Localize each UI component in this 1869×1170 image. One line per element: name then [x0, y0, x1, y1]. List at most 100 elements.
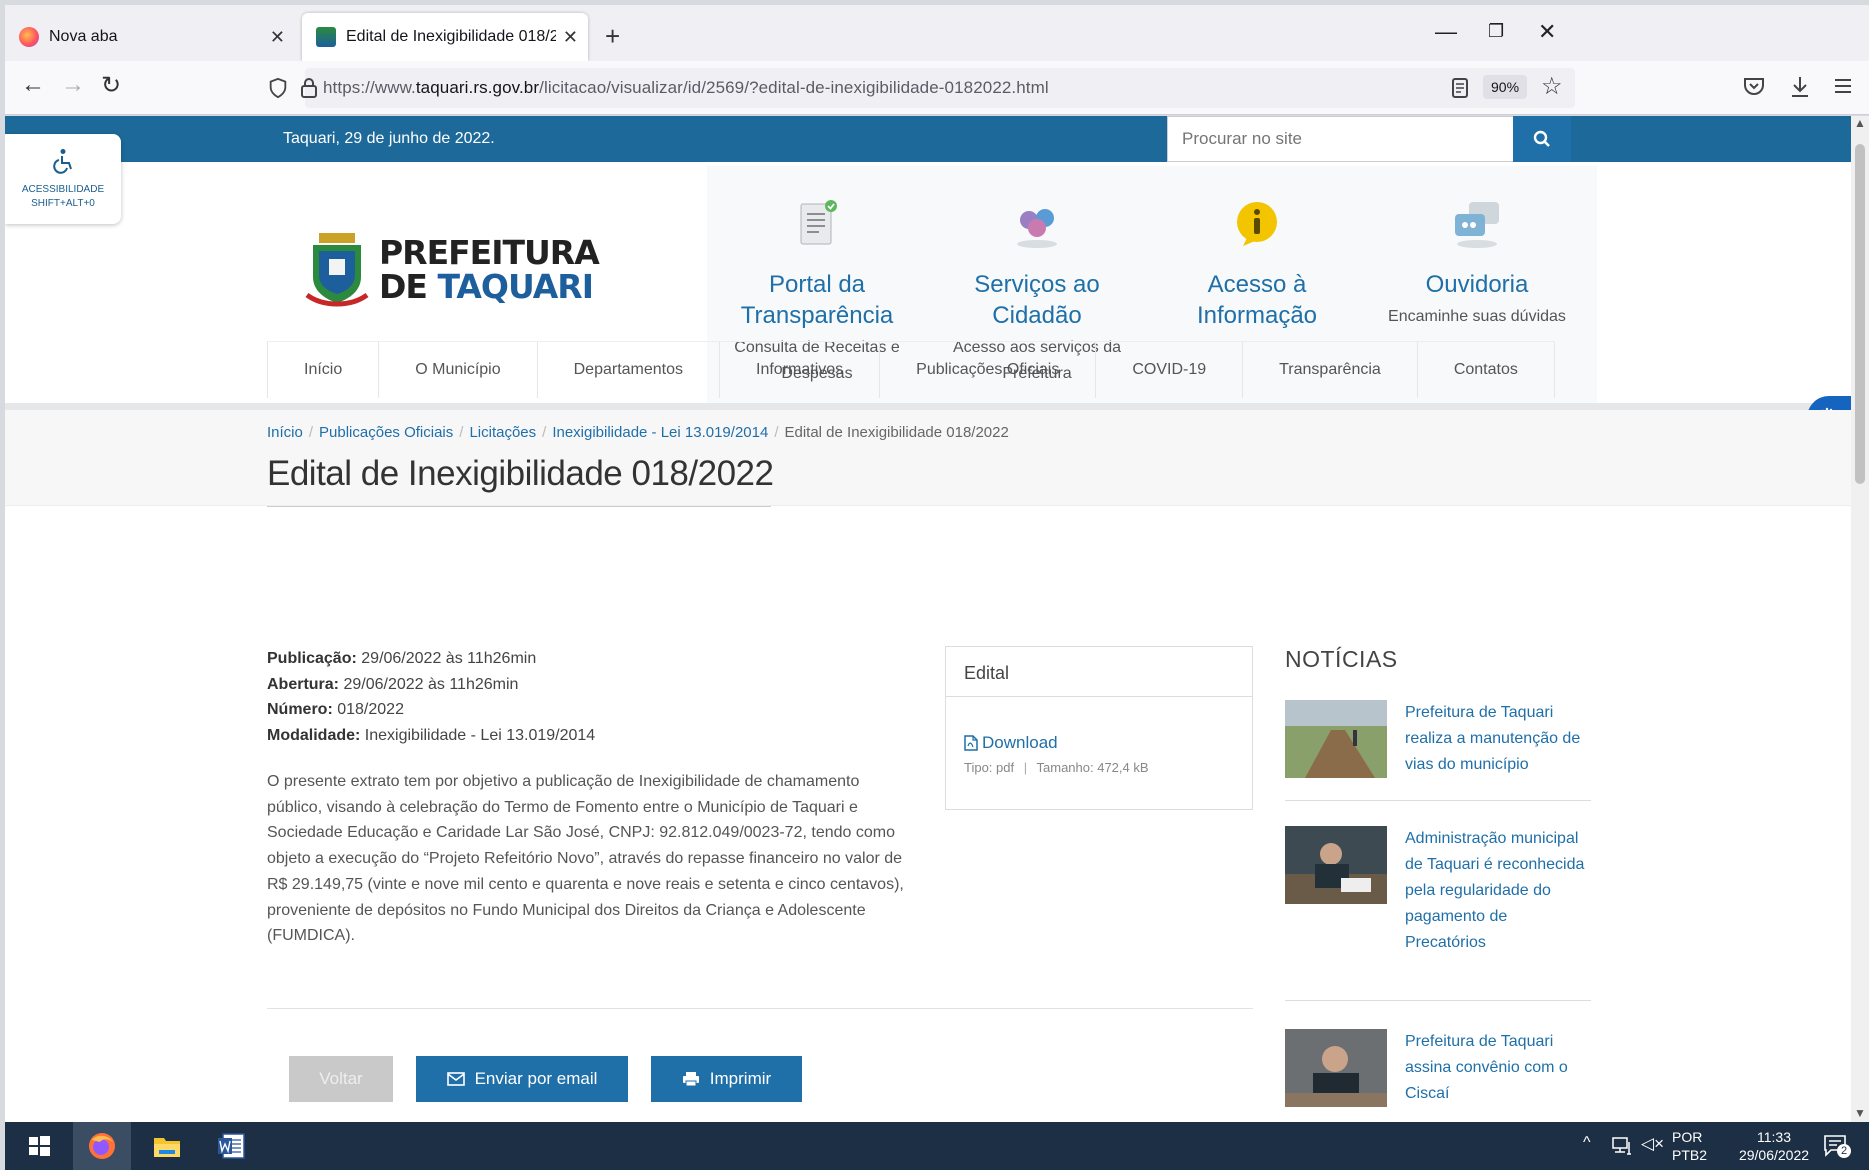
quick-link-ouvidoria[interactable]: Ouvidoria Encaminhe suas dúvidas	[1367, 166, 1587, 330]
word-icon[interactable]	[215, 1130, 247, 1162]
taskbar-firefox-active[interactable]	[73, 1122, 131, 1170]
close-tab-icon[interactable]: ✕	[563, 27, 578, 48]
news-thumbnail[interactable]	[1285, 1029, 1387, 1107]
quick-link-title: Ouvidoria	[1425, 271, 1529, 298]
url-path: /licitacao/visualizar/id/2569/?edital-de…	[539, 78, 1049, 97]
breadcrumb-licitacoes[interactable]: Licitações	[469, 424, 536, 441]
forward-arrow-icon[interactable]: →	[61, 71, 85, 99]
back-button[interactable]: Voltar	[289, 1056, 393, 1102]
page-title: Edital de Inexigibilidade 018/2022	[267, 454, 774, 493]
coat-of-arms-icon	[305, 233, 369, 307]
edital-attachment-box: Edital Download Tipo: pdf | Tamanho: 472…	[945, 646, 1253, 810]
breadcrumb-inexigibilidade[interactable]: Inexigibilidade - Lei 13.019/2014	[552, 424, 768, 441]
abertura-label: Abertura:	[267, 675, 340, 693]
wheelchair-icon	[53, 149, 72, 174]
network-icon[interactable]	[1611, 1136, 1633, 1156]
scrollbar-thumb[interactable]	[1855, 144, 1865, 484]
tray-chevron-up-icon[interactable]: ^	[1583, 1134, 1591, 1152]
news-thumbnail[interactable]	[1285, 700, 1387, 778]
download-link[interactable]: Download	[964, 733, 1058, 753]
abertura-value: 29/06/2022 às 11h26min	[343, 675, 519, 693]
quick-link-acesso-informacao[interactable]: Acesso à Informação	[1147, 166, 1367, 335]
url-domain: taquari.rs.gov.br	[415, 78, 540, 97]
minimize-icon[interactable]: —	[1435, 19, 1457, 45]
back-arrow-icon[interactable]: ←	[21, 71, 45, 99]
input-language[interactable]: POR PTB2	[1672, 1128, 1707, 1164]
nav-departamentos[interactable]: Departamentos	[538, 342, 721, 398]
pdf-file-icon	[964, 735, 978, 751]
lock-icon[interactable]	[299, 77, 319, 99]
send-email-button[interactable]: Enviar por email	[416, 1056, 628, 1102]
firefox-icon	[19, 27, 39, 47]
reader-view-icon[interactable]	[1451, 78, 1469, 98]
browser-tab-bar: Nova aba ✕ Edital de Inexigibilidade 018…	[5, 5, 1869, 61]
search-icon	[1533, 130, 1550, 147]
quick-link-title: Serviços ao Cidadão	[974, 271, 1100, 329]
breadcrumb-separator: /	[308, 424, 314, 441]
nav-transparencia[interactable]: Transparência	[1243, 342, 1418, 398]
file-type: Tipo: pdf	[964, 760, 1015, 775]
download-icon[interactable]	[1789, 75, 1811, 99]
news-title[interactable]: Prefeitura de Taquari realiza a manutenç…	[1405, 700, 1585, 778]
edital-description: O presente extrato tem por objetivo a pu…	[267, 773, 904, 945]
nav-covid-19[interactable]: COVID-19	[1096, 342, 1244, 398]
window-close-icon[interactable]: ✕	[1538, 19, 1556, 45]
modalidade-value: Inexigibilidade - Lei 13.019/2014	[364, 726, 596, 744]
logo-line-2a: DE	[379, 267, 438, 306]
search-button[interactable]	[1513, 116, 1571, 162]
nav-inicio[interactable]: Início	[267, 342, 380, 398]
scroll-down-icon[interactable]: ▼	[1854, 1106, 1866, 1120]
printer-icon	[682, 1072, 699, 1087]
scroll-up-icon[interactable]: ▲	[1854, 116, 1866, 130]
file-explorer-icon[interactable]	[151, 1130, 183, 1162]
tab-edital[interactable]: Edital de Inexigibilidade 018/20 ✕	[302, 13, 588, 61]
nav-informativos[interactable]: Informativos	[720, 342, 881, 398]
breadcrumb-inicio[interactable]: Início	[267, 424, 303, 441]
news-divider	[1285, 800, 1591, 801]
clock[interactable]: 11:33 29/06/2022	[1719, 1128, 1829, 1164]
edital-box-title: Edital	[946, 647, 1252, 697]
bookmark-star-icon[interactable]: ☆	[1541, 72, 1563, 101]
modalidade-label: Modalidade:	[267, 726, 361, 744]
breadcrumb-separator: /	[459, 424, 464, 441]
breadcrumb-publicacoes[interactable]: Publicações Oficiais	[319, 424, 453, 441]
windows-start-icon[interactable]	[23, 1130, 55, 1162]
nav-contatos[interactable]: Contatos	[1418, 342, 1555, 398]
tab-title: Nova aba	[49, 28, 118, 45]
page-scrollbar[interactable]: ▲ ▼	[1851, 116, 1869, 1122]
main-nav: Início O Município Departamentos Informa…	[267, 341, 1555, 401]
close-tab-icon[interactable]: ✕	[270, 27, 285, 48]
accessibility-widget[interactable]: ACESSIBILIDADE SHIFT+ALT+0	[5, 134, 121, 224]
restore-icon[interactable]: ❐	[1488, 21, 1504, 42]
publicacao-label: Publicação:	[267, 650, 357, 667]
notifications-button[interactable]: 2	[1823, 1134, 1851, 1158]
tab-title: Edital de Inexigibilidade 018/20	[346, 28, 556, 45]
menu-icon[interactable]	[1833, 77, 1853, 95]
reload-icon[interactable]: ↻	[101, 71, 121, 100]
print-label: Imprimir	[709, 1069, 772, 1088]
content-divider	[267, 1008, 1253, 1009]
news-title[interactable]: Prefeitura de Taquari assina convênio co…	[1405, 1029, 1585, 1107]
pocket-icon[interactable]	[1743, 77, 1765, 97]
news-thumbnail[interactable]	[1285, 826, 1387, 904]
numero-value: 018/2022	[337, 701, 404, 718]
address-bar[interactable]: https://www.taquari.rs.gov.br/licitacao/…	[269, 68, 1575, 108]
logo-text: PREFEITURA DE TAQUARI	[379, 233, 600, 306]
print-button[interactable]: Imprimir	[651, 1056, 802, 1102]
envelope-icon	[446, 1072, 465, 1086]
prefeitura-logo[interactable]: PREFEITURA DE TAQUARI	[305, 231, 600, 309]
news-heading: NOTÍCIAS	[1285, 646, 1398, 672]
nav-o-municipio[interactable]: O Município	[379, 342, 538, 398]
news-title[interactable]: Administração municipal de Taquari é rec…	[1405, 826, 1585, 956]
shield-icon[interactable]	[267, 77, 289, 99]
zoom-level[interactable]: 90%	[1483, 75, 1528, 99]
logo-line-1: PREFEITURA	[379, 233, 600, 272]
search-input[interactable]	[1168, 117, 1508, 161]
top-strip: Taquari, 29 de junho de 2022.	[5, 116, 1851, 162]
download-label: Download	[982, 733, 1058, 752]
new-tab-icon[interactable]: +	[605, 21, 620, 52]
chat-bubbles-icon	[1455, 202, 1499, 248]
volume-muted-icon[interactable]: ◁×	[1641, 1134, 1664, 1154]
nav-publicacoes-oficiais[interactable]: Publicações Oficiais	[880, 342, 1097, 398]
tab-new-tab[interactable]: Nova aba ✕	[5, 13, 295, 61]
